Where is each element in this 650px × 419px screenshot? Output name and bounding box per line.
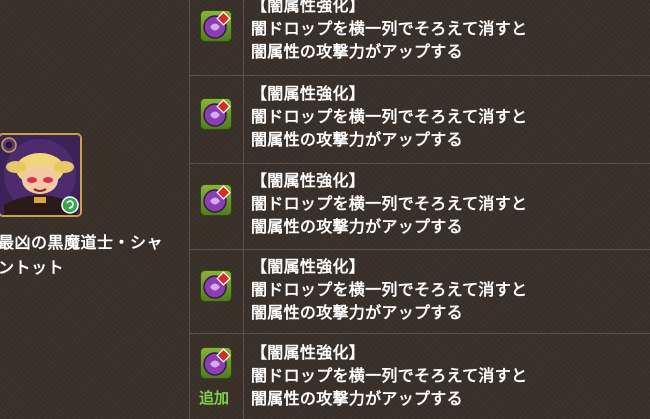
skill-title: 【闇属性強化】 <box>251 0 366 15</box>
skill-row: 【闇属性強化】 闇ドロップを横一列でそろえて消すと 闇属性の攻撃力がアップする <box>190 164 650 250</box>
dark-enhanced-attack-awakening-icon[interactable] <box>200 10 232 42</box>
skill-description: 【闇属性強化】 闇ドロップを横一列でそろえて消すと 闇属性の攻撃力がアップする <box>251 255 527 324</box>
dark-enhanced-attack-awakening-icon[interactable] <box>200 347 232 379</box>
skill-title: 【闇属性強化】 <box>251 84 366 103</box>
skill-text-line: 闇ドロップを横一列でそろえて消すと <box>251 194 528 213</box>
dark-enhanced-attack-awakening-icon[interactable] <box>200 98 232 130</box>
skill-description: 【闇属性強化】 闇ドロップを横一列でそろえて消すと 闇属性の攻撃力がアップする <box>251 82 527 151</box>
skill-text-line: 闇属性の攻撃力がアップする <box>251 130 463 149</box>
skill-row: 追加 【闇属性強化】 闇ドロップを横一列でそろえて消すと 闇属性の攻撃力がアップ… <box>190 334 650 419</box>
skill-text-line: 闇ドロップを横一列でそろえて消すと <box>251 107 528 126</box>
dark-enhanced-attack-awakening-icon[interactable] <box>200 184 232 216</box>
added-label: 追加 <box>199 389 230 407</box>
skill-description: 【闇属性強化】 闇ドロップを横一列でそろえて消すと 闇属性の攻撃力がアップする <box>251 169 527 238</box>
skill-title: 【闇属性強化】 <box>251 343 366 362</box>
skill-text-line: 闇ドロップを横一列でそろえて消すと <box>251 19 528 38</box>
monster-portrait-icon[interactable] <box>0 133 82 217</box>
monster-column: 最凶の黒魔道士・シャ ントット <box>0 0 189 419</box>
skill-title: 【闇属性強化】 <box>251 257 366 276</box>
skill-text-line: 闇属性の攻撃力がアップする <box>251 389 463 408</box>
skill-row: 【闇属性強化】 闇ドロップを横一列でそろえて消すと 闇属性の攻撃力がアップする <box>190 76 650 164</box>
skill-row: 【闇属性強化】 闇ドロップを横一列でそろえて消すと 闇属性の攻撃力がアップする <box>190 0 650 76</box>
skill-title: 【闇属性強化】 <box>251 171 366 190</box>
skill-text-line: 闇属性の攻撃力がアップする <box>251 42 463 61</box>
skill-text-line: 闇ドロップを横一列でそろえて消すと <box>251 280 528 299</box>
skill-text-line: 闇ドロップを横一列でそろえて消すと <box>251 366 528 385</box>
skill-text-line: 闇属性の攻撃力がアップする <box>251 217 463 236</box>
skill-description: 【闇属性強化】 闇ドロップを横一列でそろえて消すと 闇属性の攻撃力がアップする <box>251 341 527 410</box>
skill-row: 【闇属性強化】 闇ドロップを横一列でそろえて消すと 闇属性の攻撃力がアップする <box>190 250 650 334</box>
skill-text-line: 闇属性の攻撃力がアップする <box>251 303 463 322</box>
skill-description: 【闇属性強化】 闇ドロップを横一列でそろえて消すと 闇属性の攻撃力がアップする <box>251 0 527 63</box>
monster-name: 最凶の黒魔道士・シャ ントット <box>0 233 164 277</box>
dark-enhanced-attack-awakening-icon[interactable] <box>200 270 232 302</box>
